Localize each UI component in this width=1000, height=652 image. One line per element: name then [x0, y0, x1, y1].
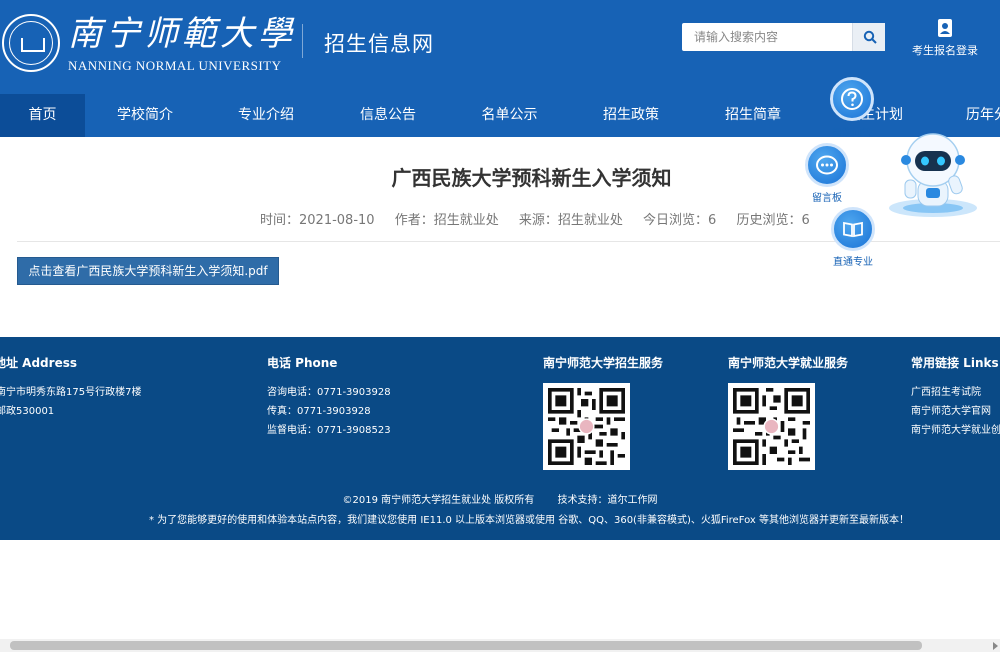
- logo-divider: [302, 24, 303, 58]
- horizontal-scrollbar[interactable]: [0, 639, 1000, 652]
- message-board-button[interactable]: [805, 143, 849, 187]
- logo-chinese-name[interactable]: 南宁师範大學: [68, 14, 296, 54]
- nav-item-brochure[interactable]: 招生简章: [692, 94, 814, 137]
- university-seal-icon[interactable]: [2, 14, 60, 72]
- direct-major-button[interactable]: [831, 207, 875, 251]
- message-board-label[interactable]: 留言板: [797, 189, 857, 204]
- meta-today-views: 今日浏览：6: [643, 213, 717, 228]
- login-button[interactable]: 考生报名登录: [905, 18, 985, 62]
- footer-qr-employment-title: 南宁师范大学就业服务: [728, 356, 849, 370]
- meta-source: 来源：招生就业处: [518, 213, 623, 228]
- search-input[interactable]: [682, 23, 852, 51]
- footer-phone-line: 监督电话：0771-3908523: [267, 425, 391, 436]
- book-icon: [843, 221, 863, 238]
- robot-assistant-icon[interactable]: [878, 128, 988, 220]
- smart-qa-label[interactable]: 智能问答: [822, 124, 882, 139]
- smart-qa-button[interactable]: [830, 77, 874, 121]
- footer-links-title: 常用链接 Links: [911, 356, 999, 370]
- search-button[interactable]: [852, 23, 885, 51]
- question-icon: [841, 88, 863, 110]
- pdf-download-button[interactable]: 点击查看广西民族大学预科新生入学须知.pdf: [17, 257, 279, 285]
- meta-time: 时间：2021-08-10: [260, 213, 375, 228]
- copyright-text: ©2019 南宁师范大学招生就业处 版权所有: [342, 495, 535, 506]
- logo-english-name[interactable]: NANNING NORMAL UNIVERSITY: [68, 58, 282, 74]
- scroll-right-arrow-icon[interactable]: [993, 642, 998, 650]
- nav-item-home[interactable]: 首页: [0, 94, 85, 137]
- footer-link[interactable]: 广西招生考试院: [911, 383, 981, 398]
- site-title: 招生信息网: [324, 32, 434, 56]
- scrollbar-thumb[interactable]: [10, 641, 922, 650]
- browser-notice: * 为了您能够更好的使用和体验本站点内容，我们建议您使用 IE11.0 以上版本…: [148, 515, 910, 526]
- login-label: 考生报名登录: [912, 44, 978, 57]
- nav-item-school-intro[interactable]: 学校简介: [85, 94, 205, 137]
- footer-link[interactable]: 南宁师范大学就业创: [911, 421, 1000, 436]
- qr-code-icon: [548, 388, 625, 465]
- article-meta: 时间：2021-08-10 作者：招生就业处 来源：招生就业处 今日浏览：6 历…: [260, 209, 826, 228]
- footer-phone-line: 传真：0771-3903928: [267, 406, 371, 417]
- nav-item-majors[interactable]: 专业介绍: [205, 94, 327, 137]
- footer-link[interactable]: 南宁师范大学官网: [911, 402, 991, 417]
- direct-major-label[interactable]: 直通专业: [823, 253, 883, 268]
- nav-item-lists[interactable]: 名单公示: [449, 94, 570, 137]
- meta-history-views: 历史浏览：6: [736, 213, 810, 228]
- page: 南宁师範大學 NANNING NORMAL UNIVERSITY 招生信息网 考…: [0, 0, 1000, 652]
- footer-copyright: ©2019 南宁师范大学招生就业处 版权所有 技术支持：道尔工作网: [0, 491, 1000, 506]
- search-box: [682, 23, 885, 51]
- qr-code-admission: [543, 383, 630, 470]
- footer-phone-line: 咨询电话：0771-3903928: [267, 387, 391, 398]
- search-icon: [863, 30, 877, 44]
- qr-code-employment: [728, 383, 815, 470]
- footer-phone-title: 电话 Phone: [267, 356, 338, 370]
- footer-address-line: 邮政530001: [0, 406, 55, 417]
- chat-bubble-icon: [816, 155, 838, 175]
- user-icon: [938, 19, 952, 37]
- meta-author: 作者：招生就业处: [394, 213, 499, 228]
- site-footer: [0, 337, 1000, 540]
- tech-support-text: 技术支持：道尔工作网: [557, 495, 658, 506]
- article-title: 广西民族大学预科新生入学须知: [391, 166, 672, 190]
- nav-item-policy[interactable]: 招生政策: [570, 94, 692, 137]
- nav-item-announcements[interactable]: 信息公告: [327, 94, 449, 137]
- footer-qr-admission-title: 南宁师范大学招生服务: [543, 356, 664, 370]
- footer-address-line: 南宁市明秀东路175号行政楼7楼: [0, 387, 142, 398]
- footer-address-title: 地址 Address: [0, 356, 77, 370]
- qr-code-icon: [733, 388, 810, 465]
